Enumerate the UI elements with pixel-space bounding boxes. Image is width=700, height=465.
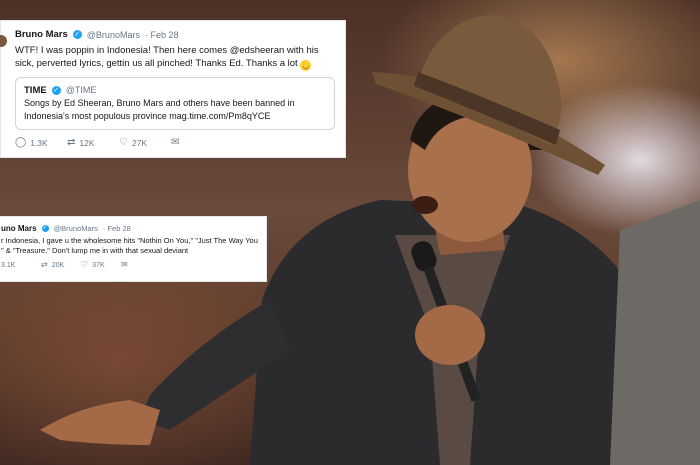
tweet-text-body: WTF! I was poppin in Indonesia! Then her…	[15, 45, 319, 69]
heart-icon: ♡	[119, 137, 128, 148]
retweet-count: 12K	[79, 138, 95, 148]
quoted-author: TIME	[24, 85, 47, 96]
tweet-card-main[interactable]: Bruno Mars ✓ @BrunoMars · Feb 28 WTF! I …	[0, 20, 346, 158]
tweet-card-second[interactable]: uno Mars ✓ @BrunoMars · Feb 28 r Indones…	[0, 216, 267, 282]
tweet-author[interactable]: uno Mars	[1, 224, 37, 233]
retweet-icon: ⇄	[67, 137, 76, 148]
reply-button[interactable]: ◯ 1.3K	[15, 137, 67, 149]
tweet-actions: 3.1K ⇄ 20K ♡ 37K ✉	[1, 260, 258, 270]
quoted-tweet[interactable]: TIME ✓ @TIME Songs by Ed Sheeran, Bruno …	[15, 77, 335, 130]
tweet-author[interactable]: Bruno Mars	[15, 29, 68, 40]
reply-count: 1.3K	[30, 138, 48, 148]
direct-message-button[interactable]: ✉	[121, 260, 161, 270]
tweet-handle[interactable]: @BrunoMars	[54, 224, 98, 233]
like-button[interactable]: ♡ 27K	[119, 137, 171, 149]
retweet-button[interactable]: ⇄ 20K	[41, 260, 81, 270]
singer-mouth	[412, 196, 438, 214]
reply-icon: ◯	[15, 137, 27, 148]
heart-icon: ♡	[81, 260, 89, 269]
tweet-header: Bruno Mars ✓ @BrunoMars · Feb 28	[15, 29, 335, 40]
verified-badge-icon: ✓	[51, 86, 61, 95]
like-count: 27K	[131, 138, 148, 148]
quoted-text: Songs by Ed Sheeran, Bruno Mars and othe…	[24, 98, 295, 121]
tweet-header: uno Mars ✓ @BrunoMars · Feb 28	[1, 224, 258, 233]
avatar	[0, 35, 7, 47]
quoted-tweet-header: TIME ✓ @TIME	[24, 84, 326, 97]
tweet-text: r Indonesia, I gave u the wholesome hits…	[1, 236, 258, 255]
retweet-icon: ⇄	[41, 260, 48, 269]
direct-message-button[interactable]: ✉	[171, 138, 223, 148]
side-figure-jacket	[610, 200, 700, 465]
tweet-text: WTF! I was poppin in Indonesia! Then her…	[15, 44, 335, 71]
tweet-actions: ◯ 1.3K ⇄ 12K ♡ 27K ✉	[15, 137, 335, 149]
singer-hand-left	[40, 400, 160, 445]
envelope-icon: ✉	[121, 260, 128, 269]
singer-hand-right	[415, 305, 485, 365]
smiley-face-icon: ◡	[300, 60, 312, 71]
envelope-icon: ✉	[171, 137, 180, 148]
tweet-date[interactable]: · Feb 28	[145, 30, 179, 40]
verified-badge-icon: ✓	[72, 30, 82, 39]
tweet-date[interactable]: · Feb 28	[103, 224, 131, 233]
like-button[interactable]: ♡ 37K	[81, 260, 121, 270]
retweet-button[interactable]: ⇄ 12K	[67, 137, 119, 149]
reply-button[interactable]: 3.1K	[1, 260, 41, 270]
like-count: 37K	[92, 261, 105, 269]
verified-badge-icon: ✓	[41, 225, 49, 232]
reply-count: 3.1K	[1, 261, 16, 269]
tweet-handle[interactable]: @BrunoMars	[87, 30, 140, 40]
retweet-count: 20K	[51, 261, 65, 269]
quoted-handle: @TIME	[65, 85, 97, 95]
